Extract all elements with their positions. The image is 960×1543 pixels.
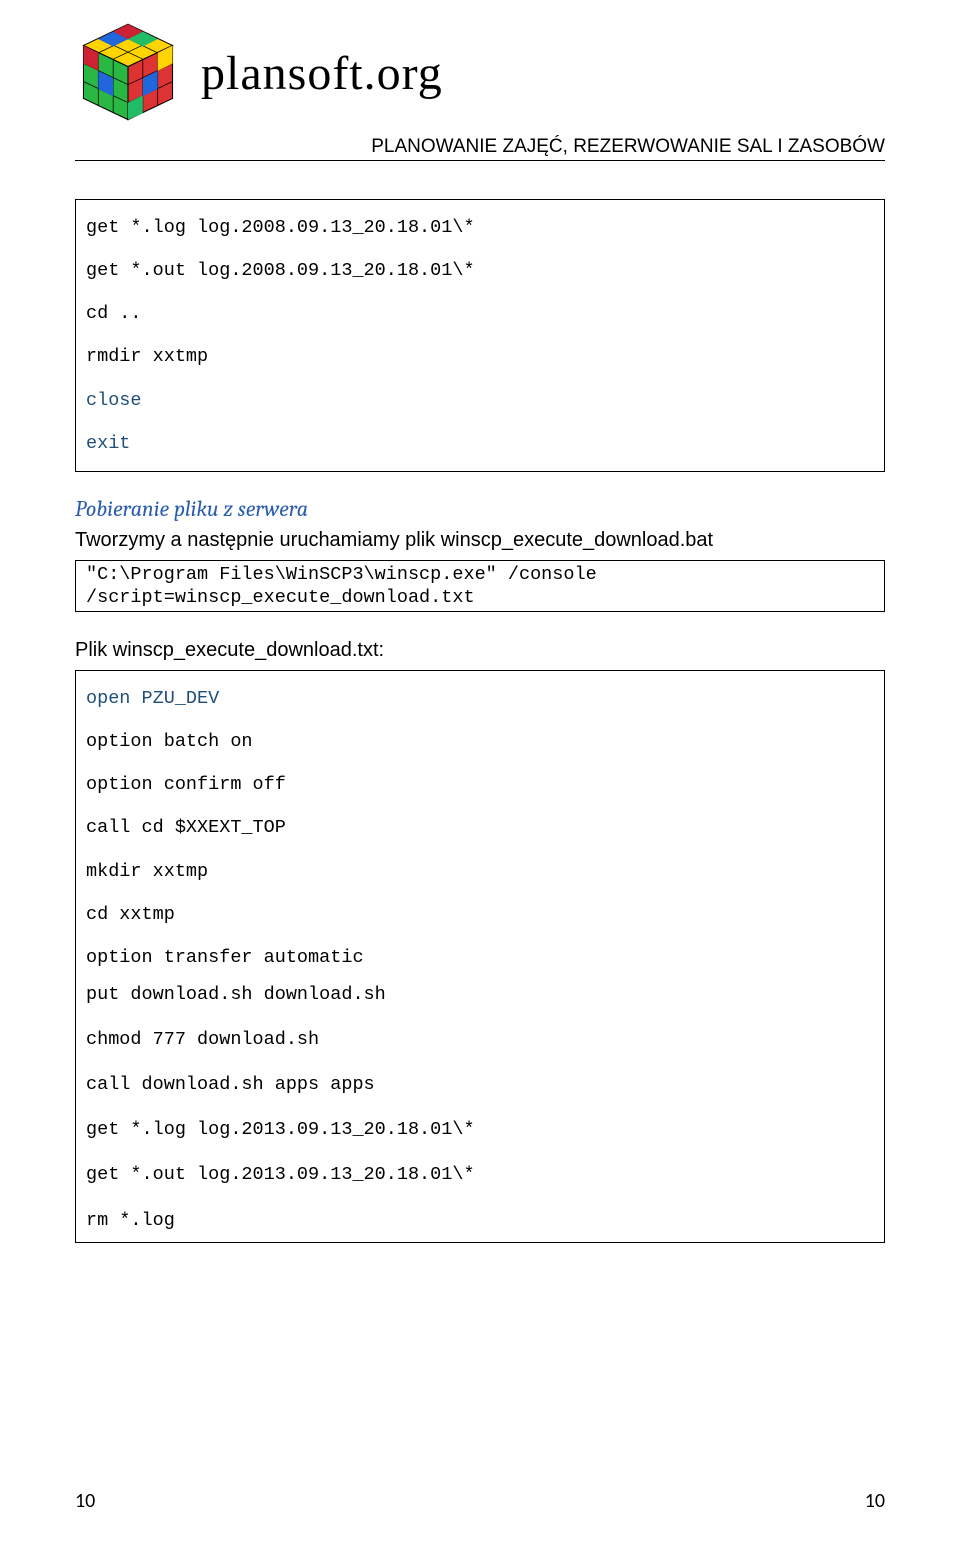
code-line: cd xxtmp bbox=[86, 893, 874, 936]
code-line: "C:\Program Files\WinSCP3\winscp.exe" /c… bbox=[86, 563, 874, 609]
code-line: close bbox=[86, 379, 874, 422]
code-block-3: open PZU_DEV option batch on option conf… bbox=[75, 670, 885, 1243]
brand-name: plansoft.org bbox=[201, 46, 443, 101]
code-line: exit bbox=[86, 422, 874, 465]
code-line: rm *.log bbox=[86, 1187, 874, 1236]
code-block-1: get *.log log.2008.09.13_20.18.01\* get … bbox=[75, 199, 885, 472]
section-heading: Pobieranie pliku z serwera bbox=[75, 496, 885, 522]
code-line: get *.out log.2008.09.13_20.18.01\* bbox=[86, 249, 874, 292]
logo-cube-icon bbox=[75, 20, 181, 126]
header-divider bbox=[75, 160, 885, 161]
code-line: open PZU_DEV bbox=[86, 677, 874, 720]
code-line: chmod 777 download.sh bbox=[86, 1006, 874, 1051]
code-line: get *.log log.2008.09.13_20.18.01\* bbox=[86, 206, 874, 249]
code-line: rmdir xxtmp bbox=[86, 335, 874, 378]
footer-page-left: 10 bbox=[75, 1489, 95, 1513]
code-line: option confirm off bbox=[86, 763, 874, 806]
code-line: mkdir xxtmp bbox=[86, 850, 874, 893]
header-subtitle: PLANOWANIE ZAJĘĆ, REZERWOWANIE SAL I ZAS… bbox=[75, 136, 885, 158]
code-line: call cd $XXEXT_TOP bbox=[86, 806, 874, 849]
code-line: option batch on bbox=[86, 720, 874, 763]
footer: 10 10 bbox=[75, 1489, 885, 1513]
code-line: option transfer automatic bbox=[86, 936, 874, 979]
footer-page-right: 10 bbox=[865, 1489, 885, 1513]
code-line: call download.sh apps apps bbox=[86, 1051, 874, 1096]
code-line: put download.sh download.sh bbox=[86, 979, 874, 1006]
code-block-2: "C:\Program Files\WinSCP3\winscp.exe" /c… bbox=[75, 560, 885, 612]
between-text: Plik winscp_execute_download.txt: bbox=[75, 636, 885, 664]
header: plansoft.org bbox=[75, 20, 885, 126]
code-line: cd .. bbox=[86, 292, 874, 335]
code-line: get *.out log.2013.09.13_20.18.01\* bbox=[86, 1141, 874, 1186]
section-intro: Tworzymy a następnie uruchamiamy plik wi… bbox=[75, 526, 885, 554]
code-line: get *.log log.2013.09.13_20.18.01\* bbox=[86, 1096, 874, 1141]
